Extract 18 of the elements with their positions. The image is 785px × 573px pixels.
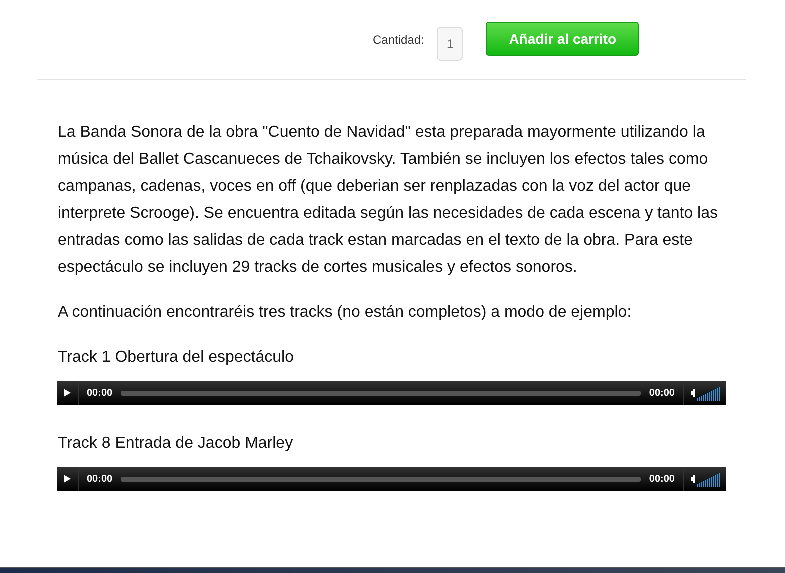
quantity-label: Cantidad: xyxy=(373,33,424,47)
track-title: Track 8 Entrada de Jacob Marley xyxy=(58,434,294,454)
volume-slider[interactable] xyxy=(697,385,720,401)
track-title: Track 1 Obertura del espectáculo xyxy=(58,348,295,368)
progress-track[interactable] xyxy=(120,476,642,482)
duration-time: 00:00 xyxy=(648,474,676,484)
speaker-icon[interactable] xyxy=(691,389,695,397)
current-time: 00:00 xyxy=(86,474,114,484)
play-icon xyxy=(63,474,72,484)
quantity-field[interactable]: 1 xyxy=(437,27,464,61)
current-time: 00:00 xyxy=(86,388,114,398)
duration-time: 00:00 xyxy=(648,388,676,398)
play-icon xyxy=(63,388,72,398)
progress-track[interactable] xyxy=(120,390,642,396)
speaker-icon[interactable] xyxy=(691,475,695,483)
description-paragraph: A continuación encontraréis tres tracks (no están completos) a modo de ejemplo: xyxy=(58,303,633,323)
volume-slider[interactable] xyxy=(697,471,720,487)
description-paragraph: La Banda Sonora de la obra "Cuento de Navidad" esta preparada mayormente utilizando la música del Ballet Cascanueces de Tchaikovsky. También se incluyen los efectos tales como campanas, cadenas, voces en off (que deberian ser renplazadas con la voz del actor que interprete Scrooge). Se encuentra editada según las necesidades de cada escena y tanto las entradas como las salidas de cada track estan marcadas en el texto de la obra. Para este espectáculo se incluyen 29 tracks de cortes musicales y efectos sonoros. xyxy=(58,123,719,278)
